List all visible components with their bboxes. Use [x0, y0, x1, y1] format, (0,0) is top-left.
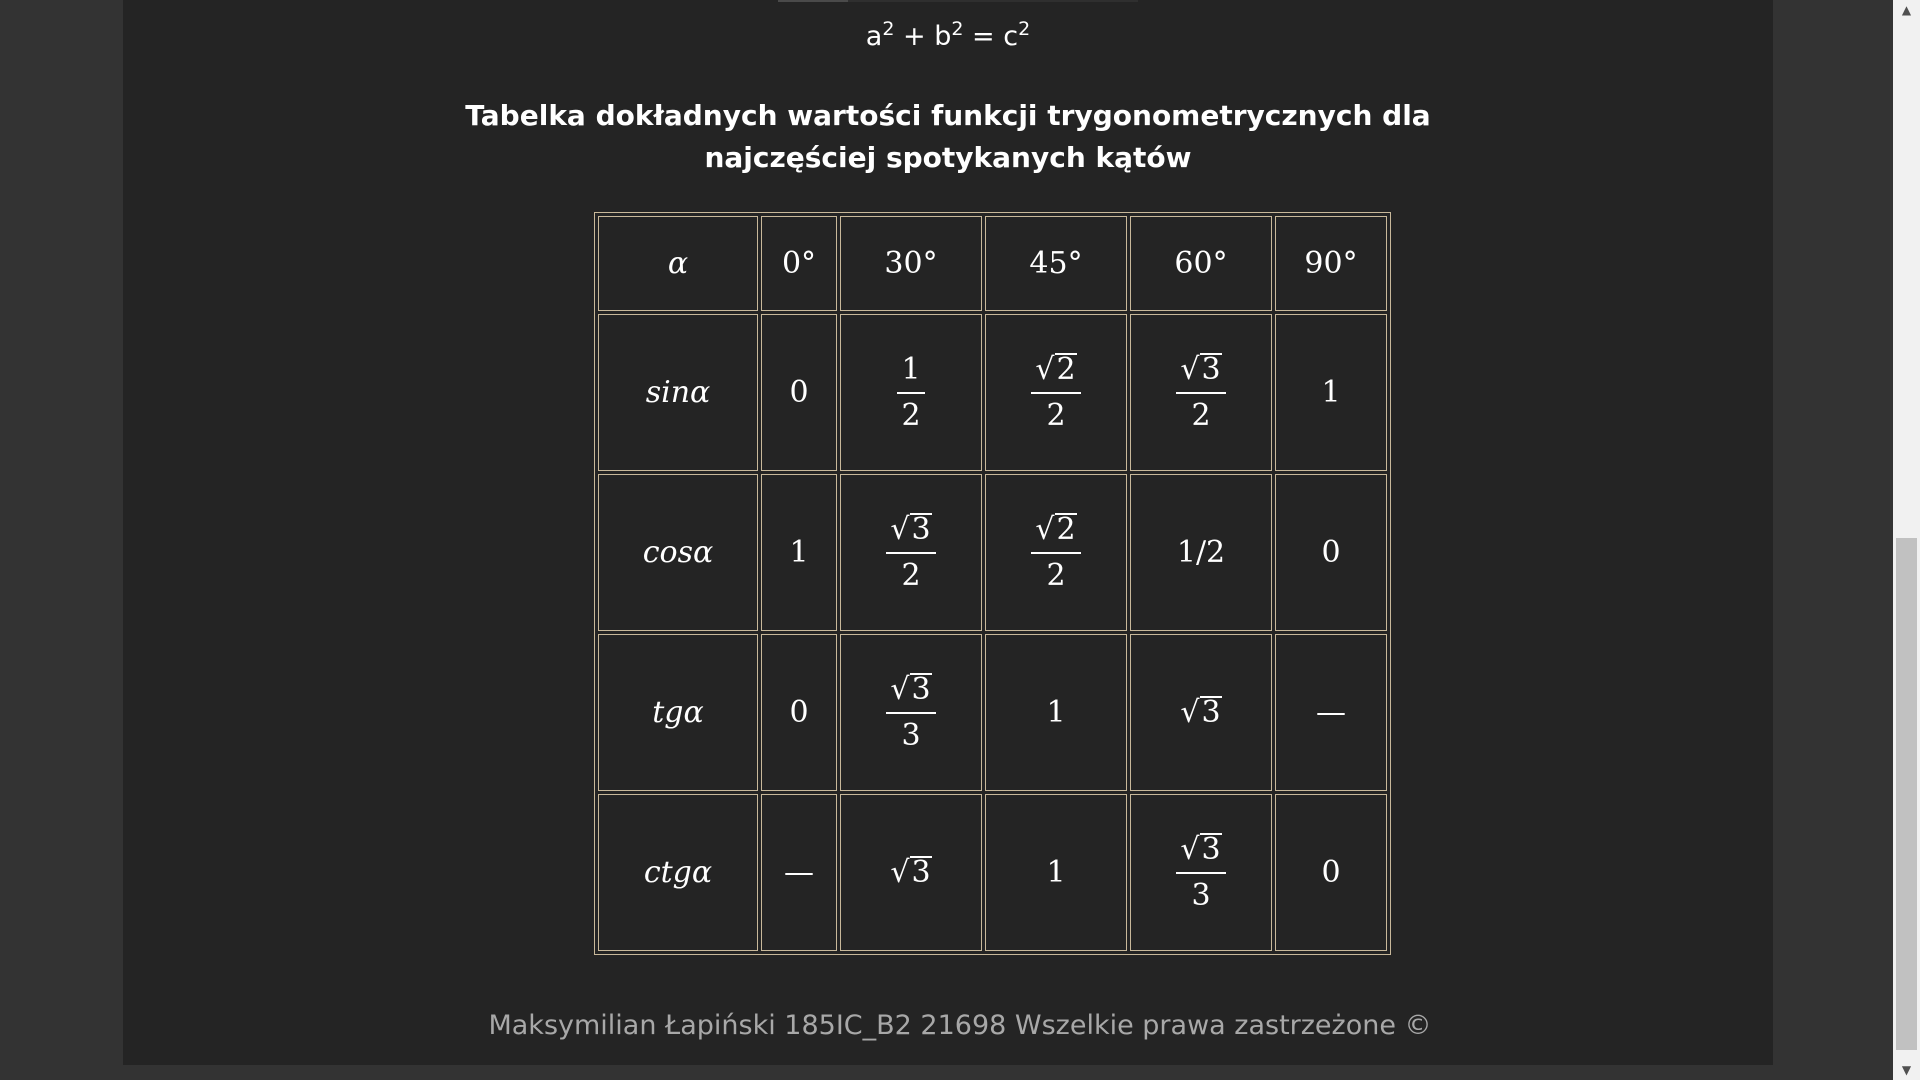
ctg-45: 1 — [985, 794, 1127, 951]
table-heading: Tabelka dokładnych wartości funkcji tryg… — [123, 95, 1773, 179]
header-alpha: α — [598, 216, 758, 311]
scroll-thumb[interactable] — [1896, 538, 1917, 1050]
tg-0: 0 — [761, 634, 837, 791]
trig-values-table: α 0° 30° 45° 60° 90° sinα 0 12 √2 2 √3 2 1… — [594, 212, 1391, 955]
tg-60: √3 — [1130, 634, 1272, 791]
ctg-0: — — [761, 794, 837, 951]
scroll-down-arrow-icon[interactable]: ▼ — [1893, 1060, 1920, 1080]
header-45: 45° — [985, 216, 1127, 311]
sin-90: 1 — [1275, 314, 1387, 471]
copyright-footer: Maksymilian Łapiński 185IC_B2 21698 Wsze… — [488, 1010, 1432, 1041]
row-label-ctg: ctgα — [598, 794, 758, 951]
tg-30: √3 3 — [840, 634, 982, 791]
header-30: 30° — [840, 216, 982, 311]
row-label-tg: tgα — [598, 634, 758, 791]
ctg-90: 0 — [1275, 794, 1387, 951]
table-row-cos: cosα 1 √3 2 √2 2 1/2 0 — [598, 474, 1387, 631]
cos-45: √2 2 — [985, 474, 1127, 631]
table-row-sin: sinα 0 12 √2 2 √3 2 1 — [598, 314, 1387, 471]
cos-0: 1 — [761, 474, 837, 631]
cos-90: 0 — [1275, 474, 1387, 631]
table-row-tg: tgα 0 √3 3 1 √3 — — [598, 634, 1387, 791]
heading-line-1: Tabelka dokładnych wartości funkcji tryg… — [465, 99, 1431, 132]
row-label-sin: sinα — [598, 314, 758, 471]
cos-30: √3 2 — [840, 474, 982, 631]
sin-30: 12 — [840, 314, 982, 471]
heading-line-2: najczęściej spotykanych kątów — [704, 141, 1192, 174]
header-90: 90° — [1275, 216, 1387, 311]
pythagorean-formula: a2 + b2 = c2 — [865, 18, 1031, 52]
ctg-60: √3 3 — [1130, 794, 1272, 951]
header-60: 60° — [1130, 216, 1272, 311]
sin-60: √3 2 — [1130, 314, 1272, 471]
tg-45: 1 — [985, 634, 1127, 791]
header-0: 0° — [761, 216, 837, 311]
scroll-up-arrow-icon[interactable]: ▲ — [1893, 0, 1920, 20]
vertical-scrollbar[interactable]: ▲ ▼ — [1893, 0, 1920, 1080]
tg-90: — — [1275, 634, 1387, 791]
top-element-edge — [778, 0, 1138, 2]
row-label-cos: cosα — [598, 474, 758, 631]
ctg-30: √3 — [840, 794, 982, 951]
table-row-ctg: ctgα — √3 1 √3 3 0 — [598, 794, 1387, 951]
cos-60: 1/2 — [1130, 474, 1272, 631]
sin-0: 0 — [761, 314, 837, 471]
sin-45: √2 2 — [985, 314, 1127, 471]
table-header-row: α 0° 30° 45° 60° 90° — [598, 216, 1387, 311]
